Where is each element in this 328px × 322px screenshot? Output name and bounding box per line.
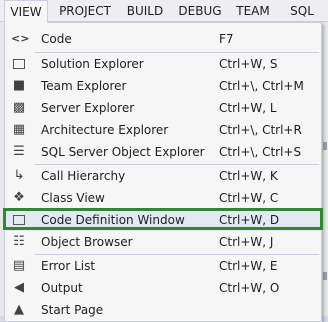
architecture-explorer-icon: ▦	[12, 122, 26, 137]
code-icon: <>	[11, 32, 30, 45]
menu-item-label: Team Explorer	[41, 79, 127, 93]
menu-team[interactable]: TEAM	[232, 0, 274, 22]
menu-item-team-explorer[interactable]: ■ Team Explorer Ctrl+\, Ctrl+M	[5, 75, 321, 97]
menu-item-sql-server-object-explorer[interactable]: ☰ SQL Server Object Explorer Ctrl+\, Ctr…	[5, 141, 321, 163]
menu-item-shortcut: Ctrl+W, K	[219, 169, 278, 183]
server-explorer-icon: ▩	[12, 100, 26, 115]
class-view-icon: ❖	[13, 190, 25, 205]
background-mark	[323, 142, 327, 150]
menu-item-object-browser[interactable]: ☷ Object Browser Ctrl+W, J	[5, 231, 321, 253]
menu-item-server-explorer[interactable]: ▩ Server Explorer Ctrl+W, L	[5, 97, 321, 119]
menu-build[interactable]: BUILD	[124, 0, 166, 22]
output-icon: ◀	[14, 280, 24, 295]
solution-explorer-icon	[11, 56, 27, 72]
menu-item-label: Call Hierarchy	[41, 169, 126, 183]
menu-item-label: Class View	[41, 191, 105, 205]
menu-item-shortcut: Ctrl+W, D	[219, 213, 280, 227]
menu-item-shortcut: Ctrl+W, C	[219, 191, 279, 205]
menu-item-shortcut: Ctrl+W, J	[219, 235, 274, 249]
menu-project[interactable]: PROJECT	[55, 0, 115, 22]
menu-item-solution-explorer[interactable]: Solution Explorer Ctrl+W, S	[5, 53, 321, 75]
menu-item-output[interactable]: ◀ Output Ctrl+W, O	[5, 277, 321, 299]
menu-item-code-definition-window[interactable]: Code Definition Window Ctrl+W, D	[5, 209, 321, 231]
menu-item-label: Output	[41, 281, 83, 295]
menu-item-shortcut: F7	[219, 32, 234, 46]
menu-item-label: Start Page	[41, 303, 104, 317]
menu-item-label: Solution Explorer	[41, 57, 144, 71]
menu-item-code[interactable]: <> Code F7	[5, 28, 321, 50]
menu-item-shortcut: Ctrl+W, O	[219, 281, 280, 295]
error-list-icon: ▤	[12, 258, 26, 273]
menu-item-shortcut: Ctrl+\, Ctrl+M	[219, 79, 304, 93]
menu-item-label: Error List	[41, 259, 96, 273]
code-definition-window-icon	[11, 212, 27, 228]
menu-item-label: Object Browser	[41, 235, 133, 249]
menu-item-shortcut: Ctrl+\, Ctrl+R	[219, 123, 302, 137]
menu-item-label: Code Definition Window	[41, 213, 185, 227]
menu-item-label: Server Explorer	[41, 101, 135, 115]
menu-item-architecture-explorer[interactable]: ▦ Architecture Explorer Ctrl+\, Ctrl+R	[5, 119, 321, 141]
view-menu-dropdown: <> Code F7 Solution Explorer Ctrl+W, S ■…	[4, 22, 322, 322]
menu-bar: VIEW PROJECT BUILD DEBUG TEAM SQL	[0, 0, 328, 23]
menu-item-shortcut: Ctrl+W, S	[219, 57, 278, 71]
menu-item-label: Code	[41, 32, 72, 46]
menu-item-shortcut: Ctrl+W, L	[219, 101, 277, 115]
team-explorer-icon: ■	[12, 78, 26, 93]
background-mark	[323, 272, 327, 280]
menu-item-shortcut: Ctrl+\, Ctrl+S	[219, 145, 302, 159]
menu-item-label: SQL Server Object Explorer	[41, 145, 205, 159]
menu-item-call-hierarchy[interactable]: ↳ Call Hierarchy Ctrl+W, K	[5, 165, 321, 187]
menu-item-shortcut: Ctrl+W, E	[219, 259, 278, 273]
menu-item-error-list[interactable]: ▤ Error List Ctrl+W, E	[5, 255, 321, 277]
menu-sql[interactable]: SQL	[284, 0, 320, 22]
menu-item-label: Architecture Explorer	[41, 123, 169, 137]
object-browser-icon: ☷	[13, 234, 25, 249]
call-hierarchy-icon: ↳	[13, 168, 25, 183]
sql-server-object-explorer-icon: ☰	[13, 144, 25, 159]
menu-view[interactable]: VIEW	[4, 0, 48, 23]
menu-item-class-view[interactable]: ❖ Class View Ctrl+W, C	[5, 187, 321, 209]
background-panel-right	[322, 22, 328, 316]
menu-item-start-page[interactable]: ▲ Start Page	[5, 299, 321, 321]
menu-debug[interactable]: DEBUG	[176, 0, 224, 22]
